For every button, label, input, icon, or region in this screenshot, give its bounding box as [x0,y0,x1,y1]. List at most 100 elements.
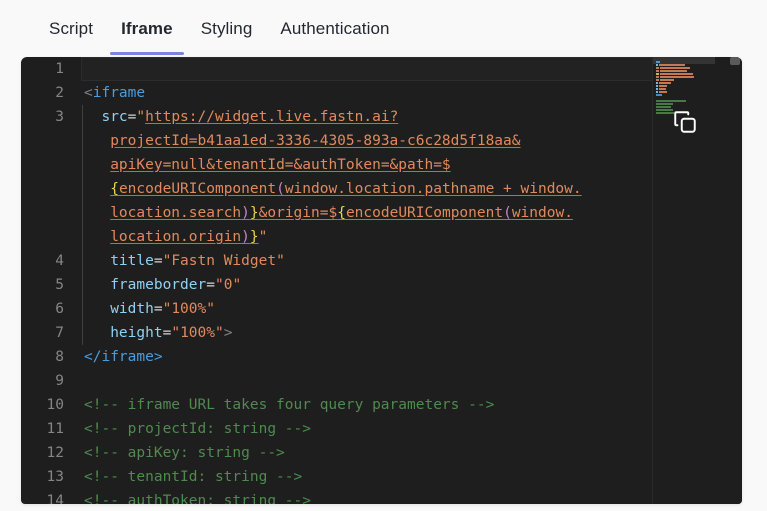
code-line[interactable]: 10 <!-- iframe URL takes four query para… [21,393,681,417]
code-line[interactable]: 1 [21,57,681,81]
token-window-2: window. [511,205,573,221]
copy-button[interactable] [668,105,702,139]
code-line[interactable]: 14 <!-- authToken: string --> [21,489,681,504]
token-punct: < [84,85,93,101]
token-value-width: 100% [171,301,207,317]
line-number: 10 [46,397,64,413]
line-content[interactable]: <!-- authToken: string --> [81,489,681,504]
scrollbar-thumb[interactable] [730,57,740,65]
line-number: 2 [55,85,64,101]
line-content[interactable]: height="100%"> [81,321,681,345]
line-content[interactable]: <!-- iframe URL takes four query paramet… [81,393,681,417]
code-line[interactable]: 8 </iframe> [21,345,681,369]
tab-styling-label: Styling [200,19,253,38]
line-content[interactable]: apiKey=null&tenantId=&authToken=&path=$ [81,153,681,177]
line-number: 14 [46,493,64,504]
line-number: 8 [55,349,64,365]
code-line[interactable]: 2 <iframe [21,81,681,105]
code-line[interactable]: 5 frameborder="0" [21,273,681,297]
line-number-blank [21,177,81,201]
code-line-wrap[interactable]: projectId=b41aa1ed-3336-4305-893a-c6c28d… [21,129,681,153]
token-quote: " [214,325,224,341]
tab-script[interactable]: Script [35,0,107,55]
code-line-wrap[interactable]: location.search)}&origin=${encodeURIComp… [21,201,681,225]
token-quote: " [276,253,285,269]
tab-iframe[interactable]: Iframe [107,0,187,55]
token-template-brace-close: } [249,205,259,221]
line-content[interactable]: <!-- apiKey: string --> [81,441,681,465]
line-number-blank [21,225,81,249]
code-line[interactable]: 6 width="100%" [21,297,681,321]
token-attr-height: height [110,325,163,341]
token-url-projectid: projectId=b41aa1ed-3336-4305-893a-c6c28d… [110,133,521,149]
line-number: 1 [55,61,64,77]
line-content[interactable]: width="100%" [81,297,681,321]
token-template-brace-open: { [110,181,119,197]
line-content[interactable]: location.search)}&origin=${encodeURIComp… [81,201,681,225]
line-number-blank [21,153,81,177]
line-content[interactable]: </iframe> [81,345,681,369]
line-content[interactable]: <!-- projectId: string --> [81,417,681,441]
token-equals: = [153,253,163,269]
line-number: 4 [55,253,64,269]
code-line-wrap[interactable]: location.origin)}" [21,225,681,249]
line-number: 6 [55,301,64,317]
tab-styling[interactable]: Styling [187,0,267,55]
token-comment: <!-- authToken: string --> [84,493,311,504]
tab-bar: Script Iframe Styling Authentication [0,0,767,56]
tab-authentication[interactable]: Authentication [266,0,403,55]
line-content[interactable] [81,57,681,81]
code-line[interactable]: 12 <!-- apiKey: string --> [21,441,681,465]
token-comment: <!-- apiKey: string --> [84,445,285,461]
token-location-search: location.search [110,205,242,221]
token-value-title: Fastn Widget [171,253,277,269]
tab-script-label: Script [49,19,94,38]
code-scroll-area[interactable]: 1 2 <iframe 3 src="https://widget.live.f… [21,57,681,504]
token-paren-open: ( [276,181,285,197]
line-content[interactable]: frameborder="0" [81,273,681,297]
code-line[interactable]: 11 <!-- projectId: string --> [21,417,681,441]
line-content[interactable]: title="Fastn Widget" [81,249,681,273]
token-quote: " [232,277,242,293]
code-line[interactable]: 13 <!-- tenantId: string --> [21,465,681,489]
token-tag-name: iframe [92,85,146,101]
tab-authentication-label: Authentication [280,19,390,38]
line-number: 11 [46,421,64,437]
line-content[interactable]: src="https://widget.live.fastn.ai? [81,105,681,129]
code-editor[interactable]: 1 2 <iframe 3 src="https://widget.live.f… [21,57,742,504]
code-line[interactable]: 4 title="Fastn Widget" [21,249,681,273]
token-url-host: https://widget.live.fastn.ai? [145,109,399,125]
line-content[interactable]: <iframe [81,81,681,105]
line-content[interactable]: location.origin)}" [81,225,681,249]
token-template-brace-open-2: { [337,205,346,221]
iframe-snippet-panel: Script Iframe Styling Authentication 1 2… [0,0,767,511]
token-comment: <!-- iframe URL takes four query paramet… [84,397,495,413]
line-number: 9 [55,373,64,389]
line-number-blank [21,129,81,153]
token-url-params: apiKey=null&tenantId=&authToken=&path=$ [110,157,451,173]
token-paren-close: ) [241,205,250,221]
token-quote: " [171,325,181,341]
code-line[interactable]: 9 [21,369,681,393]
code-line-wrap[interactable]: apiKey=null&tenantId=&authToken=&path=$ [21,153,681,177]
line-content[interactable]: <!-- tenantId: string --> [81,465,681,489]
copy-icon [672,109,698,135]
code-line[interactable]: 7 height="100%"> [21,321,681,345]
token-comment: <!-- projectId: string --> [84,421,311,437]
token-window-location-pathname: window.location.pathname + window. [284,181,582,197]
token-template-brace-close-2: } [249,229,259,245]
token-paren-open-2: ( [503,205,512,221]
token-encodeuricomponent-2: encodeURIComponent [345,205,504,221]
tab-iframe-label: Iframe [121,19,173,38]
line-content[interactable] [81,369,681,393]
code-line-wrap[interactable]: {encodeURIComponent(window.location.path… [21,177,681,201]
token-closing-tag: </iframe> [84,349,163,365]
vertical-scrollbar[interactable] [728,57,742,504]
minimap-viewport-slider[interactable] [653,57,715,64]
token-encodeuricomponent: encodeURIComponent [118,181,277,197]
line-number: 13 [46,469,64,485]
line-content[interactable]: {encodeURIComponent(window.location.path… [81,177,681,201]
code-line[interactable]: 3 src="https://widget.live.fastn.ai? [21,105,681,129]
token-origin-param: &origin=$ [258,205,338,221]
line-content[interactable]: projectId=b41aa1ed-3336-4305-893a-c6c28d… [81,129,681,153]
